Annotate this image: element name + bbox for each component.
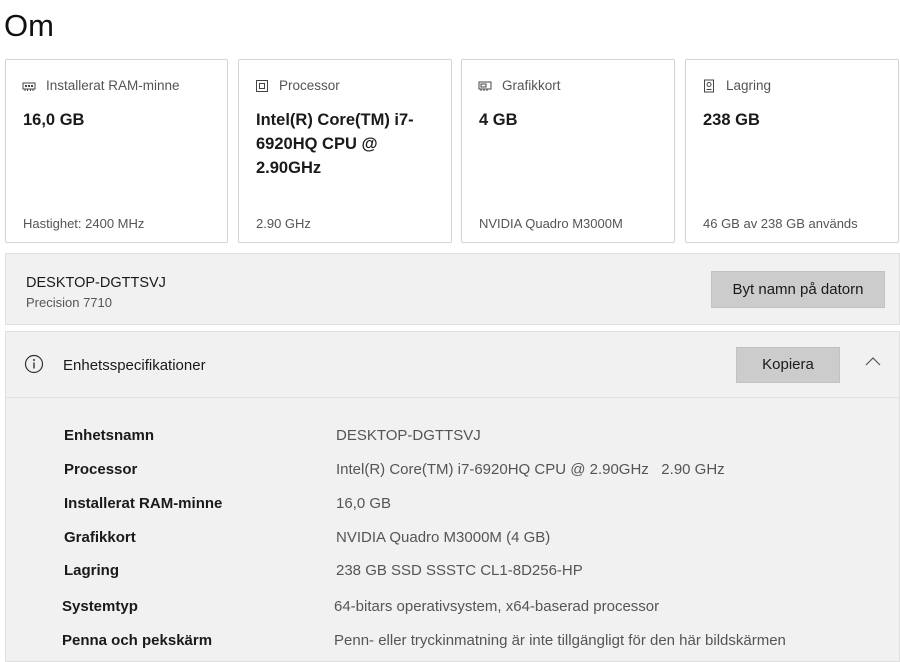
graphics-card-value: 4 GB [479,111,518,129]
copy-button[interactable]: Kopiera [736,347,840,383]
device-model: Precision 7710 [26,295,112,310]
spec-row-graphics: Grafikkort NVIDIA Quadro M3000M (4 GB) [6,529,899,553]
spec-row-device-name: Enhetsnamn DESKTOP-DGTTSVJ [6,427,899,451]
device-name-bar: DESKTOP-DGTTSVJ Precision 7710 Byt namn … [5,253,900,325]
spec-label: Processor [64,461,138,478]
ram-card-label: Installerat RAM-minne [46,78,180,93]
chevron-up-icon[interactable] [864,355,882,369]
info-icon [24,354,44,374]
spec-row-system-type: Systemtyp 64-bitars operativsystem, x64-… [6,598,899,622]
processor-icon [256,79,268,92]
spec-label: Systemtyp [62,598,138,615]
spec-label: Penna och pekskärm [62,632,213,649]
spec-row-storage: Lagring 238 GB SSD SSSTC CL1-8D256-HP [6,562,899,586]
graphics-card-sub: NVIDIA Quadro M3000M [479,216,623,231]
processor-card-sub: 2.90 GHz [256,216,311,231]
processor-card-label: Processor [279,78,340,93]
graphics-card-label: Grafikkort [502,78,561,93]
spec-value: NVIDIA Quadro M3000M (4 GB) [336,529,551,546]
spec-value: Penn- eller tryckinmatning är inte tillg… [334,632,786,649]
spec-label: Enhetsnamn [64,427,155,444]
spec-row-ram: Installerat RAM-minne 16,0 GB [6,495,899,519]
spec-value: Intel(R) Core(TM) i7-6920HQ CPU @ 2.90GH… [336,461,725,478]
ram-card-sub: Hastighet: 2400 MHz [23,216,145,231]
page-title: Om [4,8,54,43]
device-name: DESKTOP-DGTTSVJ [26,275,166,291]
processor-card-value: Intel(R) Core(TM) i7-6920HQ CPU @ 2.90GH… [256,111,414,177]
storage-icon [704,79,714,92]
storage-card-value: 238 GB [703,111,760,129]
processor-card: Processor Intel(R) Core(TM) i7-6920HQ CP… [238,59,452,243]
spec-value: 16,0 GB [336,495,392,512]
spec-row-processor: Processor Intel(R) Core(TM) i7-6920HQ CP… [6,461,899,485]
spec-row-pen-touch: Penna och pekskärm Penn- eller tryckinma… [6,632,899,656]
storage-card-sub: 46 GB av 238 GB används [703,216,858,231]
graphics-card: Grafikkort 4 GB NVIDIA Quadro M3000M [461,59,675,243]
spec-label: Grafikkort [64,529,136,546]
storage-card: Lagring 238 GB 46 GB av 238 GB används [685,59,899,243]
ram-icon [22,82,36,91]
ram-card: Installerat RAM-minne 16,0 GB Hastighet:… [5,59,228,243]
spec-value: DESKTOP-DGTTSVJ [336,427,481,444]
storage-card-label: Lagring [726,78,772,93]
rename-pc-button[interactable]: Byt namn på datorn [711,271,885,308]
spec-label: Lagring [64,562,119,579]
spec-value: 64-bitars operativsystem, x64-baserad pr… [334,598,660,615]
spec-value: 238 GB SSD SSSTC CL1-8D256-HP [336,562,583,579]
ram-card-value: 16,0 GB [23,111,85,129]
device-specifications-header[interactable]: Enhetsspecifikationer Kopiera [6,332,899,398]
device-specifications-title: Enhetsspecifikationer [63,357,206,374]
device-specifications-panel: Enhetsspecifikationer Kopiera Enhetsnamn… [5,331,900,662]
graphics-card-icon [478,81,492,91]
spec-label: Installerat RAM-minne [64,495,223,512]
